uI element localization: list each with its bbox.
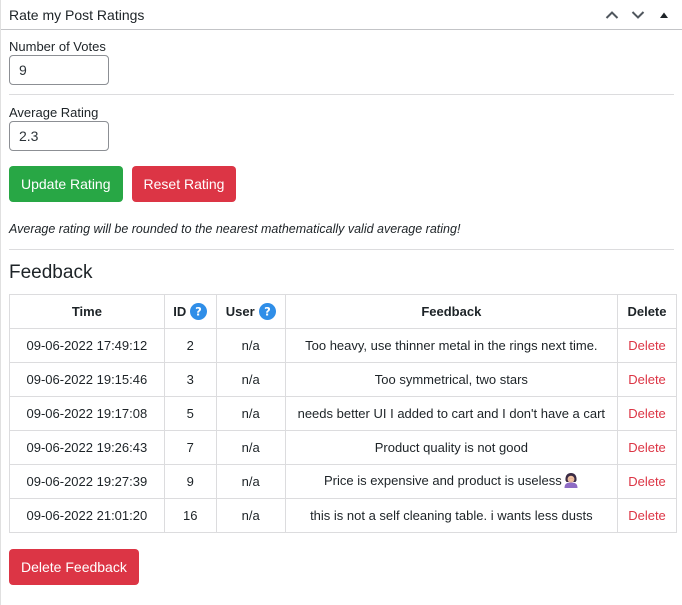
delete-link[interactable]: Delete <box>628 338 666 353</box>
feedback-table: Time ID ? User ? Feedback Delete 09-06-2… <box>9 294 678 533</box>
cell-delete: Delete <box>616 430 678 465</box>
cell-time: 09-06-2022 17:49:12 <box>9 328 165 363</box>
divider-1 <box>9 94 674 95</box>
delete-link[interactable]: Delete <box>628 372 666 387</box>
move-up-button[interactable] <box>602 5 622 25</box>
table-row: 09-06-2022 19:17:08 5 n/a needs better U… <box>9 396 678 431</box>
cell-time: 09-06-2022 19:27:39 <box>9 464 165 499</box>
column-header-feedback: Feedback <box>284 294 618 329</box>
rating-actions: Update Rating Reset Rating <box>9 166 674 202</box>
delete-link[interactable]: Delete <box>628 508 666 523</box>
cell-id: 3 <box>163 362 217 397</box>
header-controls <box>602 5 674 25</box>
table-row: 09-06-2022 19:27:39 9 n/a Price is expen… <box>9 464 678 499</box>
votes-label: Number of Votes <box>9 39 106 54</box>
cell-id: 7 <box>163 430 217 465</box>
cell-delete: Delete <box>616 396 678 431</box>
votes-input[interactable] <box>9 55 109 85</box>
svg-text:?: ? <box>264 305 271 319</box>
cell-id: 2 <box>163 328 217 363</box>
ratings-metabox: Rate my Post Ratings Number of Votes Ave… <box>0 0 682 605</box>
table-row: 09-06-2022 19:26:43 7 n/a Product qualit… <box>9 430 678 465</box>
cell-time: 09-06-2022 19:17:08 <box>9 396 165 431</box>
delete-link[interactable]: Delete <box>628 440 666 455</box>
chevron-up-icon <box>605 10 619 19</box>
cell-feedback: needs better UI I added to cart and I do… <box>284 396 618 431</box>
metabox-content: Number of Votes Average Rating Update Ra… <box>1 39 682 585</box>
chevron-down-icon <box>631 10 645 19</box>
cell-id: 5 <box>163 396 217 431</box>
metabox-header: Rate my Post Ratings <box>1 0 682 30</box>
table-header-row: Time ID ? User ? Feedback Delete <box>9 294 678 329</box>
cell-user: n/a <box>215 328 286 363</box>
cell-time: 09-06-2022 21:01:20 <box>9 498 165 533</box>
cell-delete: Delete <box>616 464 678 499</box>
cell-id: 9 <box>163 464 217 499</box>
divider-2 <box>9 249 674 250</box>
cell-user: n/a <box>215 464 286 499</box>
cell-feedback: Too heavy, use thinner metal in the ring… <box>284 328 618 363</box>
cell-feedback: this is not a self cleaning table. i wan… <box>284 498 618 533</box>
svg-text:?: ? <box>195 305 202 319</box>
delete-link[interactable]: Delete <box>628 474 666 489</box>
cell-user: n/a <box>215 430 286 465</box>
column-header-time: Time <box>9 294 165 329</box>
update-rating-button[interactable]: Update Rating <box>9 166 123 202</box>
feedback-title: Feedback <box>9 262 93 283</box>
cell-delete: Delete <box>616 362 678 397</box>
cell-time: 09-06-2022 19:26:43 <box>9 430 165 465</box>
move-down-button[interactable] <box>628 5 648 25</box>
cell-time: 09-06-2022 19:15:46 <box>9 362 165 397</box>
cell-user: n/a <box>215 498 286 533</box>
metabox-title: Rate my Post Ratings <box>9 6 145 23</box>
toggle-panel-button[interactable] <box>654 5 674 25</box>
column-header-user: User ? <box>215 294 286 329</box>
cell-id: 16 <box>163 498 217 533</box>
reset-rating-button[interactable]: Reset Rating <box>131 166 237 202</box>
table-row: 09-06-2022 19:15:46 3 n/a Too symmetrica… <box>9 362 678 397</box>
question-circle-icon[interactable]: ? <box>258 303 276 320</box>
cell-feedback: Price is expensive and product is useles… <box>284 464 618 499</box>
average-label: Average Rating <box>9 105 99 120</box>
delete-feedback-button[interactable]: Delete Feedback <box>9 549 139 585</box>
cell-delete: Delete <box>616 328 678 363</box>
question-circle-icon[interactable]: ? <box>190 303 208 320</box>
table-row: 09-06-2022 21:01:20 16 n/a this is not a… <box>9 498 678 533</box>
column-header-id: ID ? <box>163 294 217 329</box>
rounding-note: Average rating will be rounded to the ne… <box>9 222 461 236</box>
cell-feedback: Product quality is not good <box>284 430 618 465</box>
cell-user: n/a <box>215 362 286 397</box>
column-header-delete: Delete <box>616 294 678 329</box>
cell-feedback: Too symmetrical, two stars <box>284 362 618 397</box>
woman-facepalming-emoji <box>563 472 579 491</box>
triangle-up-icon <box>660 12 668 18</box>
cell-user: n/a <box>215 396 286 431</box>
average-input[interactable] <box>9 121 109 151</box>
delete-link[interactable]: Delete <box>628 406 666 421</box>
cell-delete: Delete <box>616 498 678 533</box>
table-row: 09-06-2022 17:49:12 2 n/a Too heavy, use… <box>9 328 678 363</box>
